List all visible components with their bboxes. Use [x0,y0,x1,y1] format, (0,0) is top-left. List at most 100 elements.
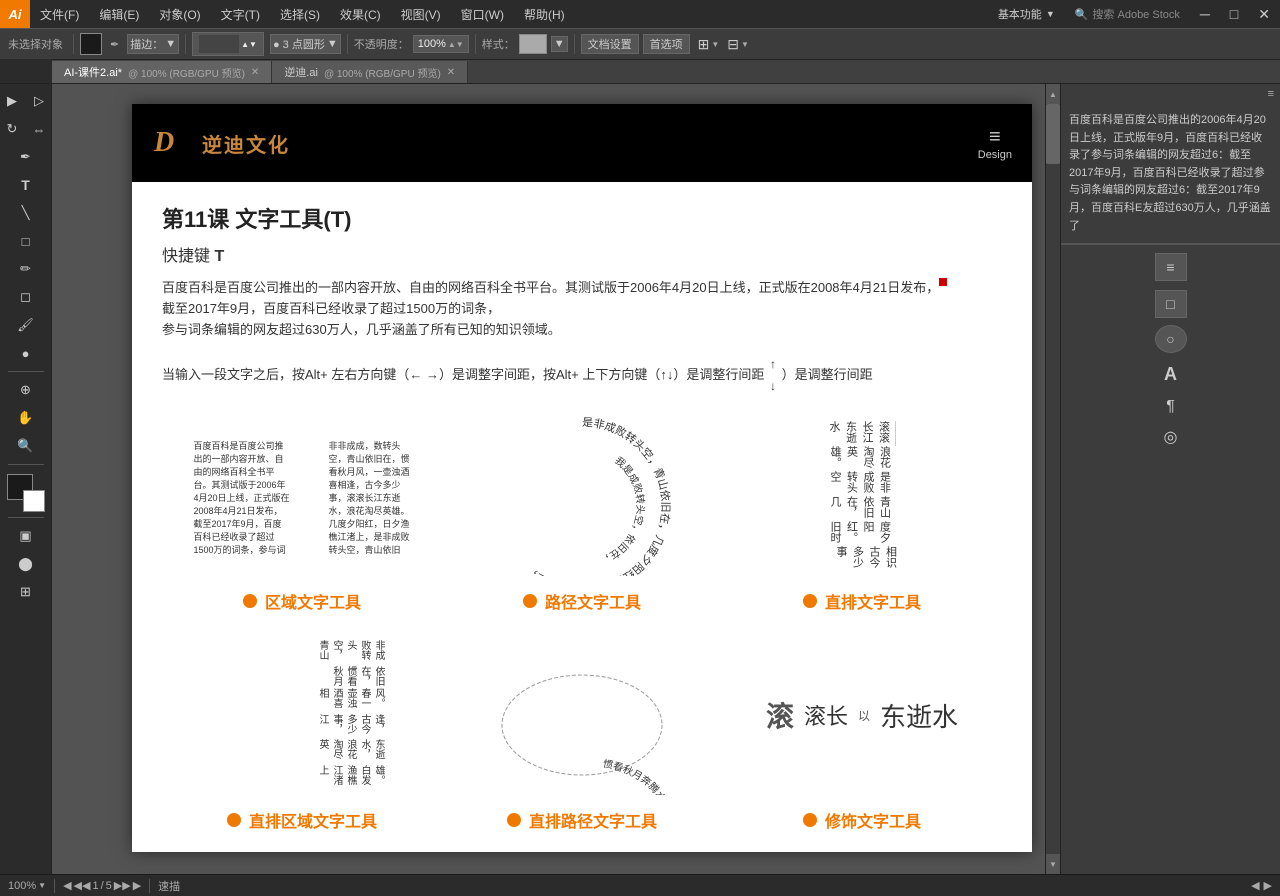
status-nav-right[interactable]: ▶ [1264,879,1272,892]
right-tool-rect[interactable]: □ [1155,290,1187,318]
direct-select-tool[interactable]: ▷ [26,88,52,114]
stroke-dropdown[interactable]: 描边： ▼ [127,34,179,54]
no-selection-label: 未选择对象 [4,36,67,52]
stroke-weight-box[interactable]: ▲▼ [192,32,264,56]
scroll-up-arrow[interactable]: ▲ [1046,84,1060,104]
style-dropdown[interactable]: ▼ [551,36,568,52]
color-boxes [7,474,45,512]
text-tool[interactable]: T [13,172,39,198]
menu-select[interactable]: 选择(S) [270,0,330,28]
opacity-arrow: ▲▼ [448,40,464,49]
search-placeholder: 搜索 Adobe Stock [1092,6,1179,22]
shape-tool[interactable]: □ [13,228,39,254]
align-controls[interactable]: ⊟ ▼ [727,36,749,53]
right-tool-para[interactable]: ¶ [1166,398,1175,416]
pencil-tool[interactable]: ✏ [13,256,39,282]
page-first[interactable]: ◀◀ [74,879,91,892]
close-button[interactable]: ✕ [1248,0,1280,28]
tab1-close[interactable]: ✕ [251,67,259,78]
right-tool-text-A[interactable]: A [1164,364,1177,385]
canvas-area[interactable]: D 逆迪文化 ≡ Design 第11课 文字工具(T) 快捷键 T [52,84,1060,874]
total-pages: 5 [106,880,112,892]
points-dropdown[interactable]: ● 3 点圆形 ▼ [270,34,341,54]
lesson-title: 第11课 文字工具(T) [162,202,1002,234]
search-stock[interactable]: 🔍 搜索 Adobe Stock [1065,0,1190,28]
hand-tool[interactable]: ✋ [13,405,39,431]
v-path-text-demo-box: 惯看秋月奔腾水势，别东逝水是，惯看秋月诗春风。是成败转头 [442,633,722,798]
page-last[interactable]: ▶ [133,879,141,892]
stroke-tool[interactable]: ✒ [106,38,123,51]
tab-file2[interactable]: 逆迪.ai @ 100% (RGB/GPU 预览) ✕ [272,61,468,83]
svg-text:惯看秋月奔腾水势，别东逝水是，惯看秋月诗春风。是成败转头: 惯看秋月奔腾水势，别东逝水是，惯看秋月诗春风。是成败转头 [495,757,672,795]
right-tool-circle2[interactable]: ◎ [1164,427,1178,447]
zoom-in-tool[interactable]: ⊕ [13,377,39,403]
mirror-tool[interactable]: ⇔ [26,116,52,142]
background-color[interactable] [23,490,45,512]
path-text-svg: 是非成败转头空，青山依旧在，几度夕阳红，是非成败转头空， 我是成败转头空，依旧在… [492,416,672,576]
scroll-down-arrow[interactable]: ▼ [1046,854,1060,874]
image-trace-btn[interactable]: ⊞ [13,579,39,605]
arrange-icon: ⊞ [698,36,710,53]
style-preview[interactable] [519,34,547,54]
vertical-text-sample: 滚滚长江东逝水 浪花淘尽英雄。 是非成败转头空 青山依旧在，几 度夕阳红。旧时 … [826,421,899,571]
eraser-tool[interactable]: ◻ [13,284,39,310]
stroke-color-box[interactable] [80,33,102,55]
screen-mode-btn[interactable]: ▣ [13,523,39,549]
preferences-button[interactable]: 首选项 [643,34,690,54]
doc-settings-button[interactable]: 文档设置 [581,34,639,54]
menu-help[interactable]: 帮助(H) [514,0,575,28]
select-tool[interactable]: ▶ [0,88,25,114]
menu-object[interactable]: 对象(O) [149,0,210,28]
area-text-demo-section: 百度百科是百度公司推出的一部内容开放、自由的网络百科全书平台。其测试版于2006… [162,414,442,613]
rotate-tool[interactable]: ↻ [0,116,25,142]
workspace-label[interactable]: 基本功能 ▼ [988,0,1065,28]
page-prev[interactable]: ◀ [63,879,71,892]
points-arrow: ▼ [327,38,338,50]
opacity-box[interactable]: 100% ▲▼ [413,35,469,53]
status-nav-left[interactable]: ◀ [1251,879,1259,892]
opacity-value: 100% [418,38,446,50]
zoom-arrow: ▼ [38,881,46,890]
arrange-arrow: ▼ [711,40,719,49]
toolbar: 未选择对象 ✒ 描边： ▼ ▲▼ ● 3 点圆形 ▼ 不透明度： 100% ▲▼… [0,28,1280,60]
brush-tool[interactable]: 🖌 [13,312,39,338]
mini-tool-row1: ≡ [1155,253,1187,281]
align-arrow: ▼ [741,40,749,49]
tool2-name: 路径文字工具 [545,589,641,613]
right-text-preview: 百度百科是百度公司推出的2006年4月20日上线，正式版年9月，百度百科已经收录… [1061,104,1280,244]
desc2: 截至2017年9月，百度百科已经收录了超过1500万的词条， [162,301,500,316]
menu-text[interactable]: 文字(T) [211,0,270,28]
menu-window[interactable]: 窗口(W) [451,0,514,28]
stroke-icon: ✒ [110,38,119,51]
maximize-button[interactable]: □ [1220,0,1248,28]
scroll-thumb[interactable] [1046,104,1060,164]
pen-tool[interactable]: ✒ [13,144,39,170]
panel-collapse-btn[interactable]: ≡ [1268,88,1274,100]
header-menu-icon[interactable]: ≡ [989,126,1001,149]
arrange-controls[interactable]: ⊞ ▼ [698,36,720,53]
menu-view[interactable]: 视图(V) [391,0,451,28]
zoom-tool[interactable]: 🔍 [13,433,39,459]
line-tool[interactable]: ╲ [13,200,39,226]
dot3 [803,594,817,608]
right-tool-circle[interactable]: ○ [1155,325,1187,353]
page-next[interactable]: ▶▶ [114,879,131,892]
menu-edit[interactable]: 编辑(E) [89,0,149,28]
tab2-close[interactable]: ✕ [447,67,455,78]
stroke-dropdown-arrow: ▼ [165,38,176,50]
minimize-button[interactable]: ─ [1190,0,1220,28]
vertical-scrollbar[interactable]: ▲ ▼ [1045,84,1060,874]
tab-bar: AI-课件2.ai* @ 100% (RGB/GPU 预览) ✕ 逆迪.ai @… [0,60,1280,84]
menu-file[interactable]: 文件(F) [30,0,89,28]
draw-mode-btn[interactable]: ⬤ [13,551,39,577]
status-bar: 100% ▼ ◀ ◀◀ 1 / 5 ▶▶ ▶ 速描 ◀ ▶ [0,874,1280,896]
tab-file1[interactable]: AI-课件2.ai* @ 100% (RGB/GPU 预览) ✕ [52,61,272,83]
v-area-text-demo-box: 非成败转头空，青山 依旧在，惯看秋月 风。春一壶浊酒喜相 逢，古今多少事，江 东… [162,633,442,798]
menu-effect[interactable]: 效果(C) [330,0,391,28]
blob-brush-tool[interactable]: ● [13,340,39,366]
zoom-control[interactable]: 100% ▼ [8,880,46,892]
v-path-text-svg: 惯看秋月奔腾水势，别东逝水是，惯看秋月诗春风。是成败转头 [482,635,682,795]
right-tool-hamburger[interactable]: ≡ [1155,253,1187,281]
shortcut-key: T [214,248,224,265]
tip-text: 当输入一段文字之后，按Alt+ 左右方向键（← →）是调整字间距，按Alt+ 上… [162,354,1002,397]
